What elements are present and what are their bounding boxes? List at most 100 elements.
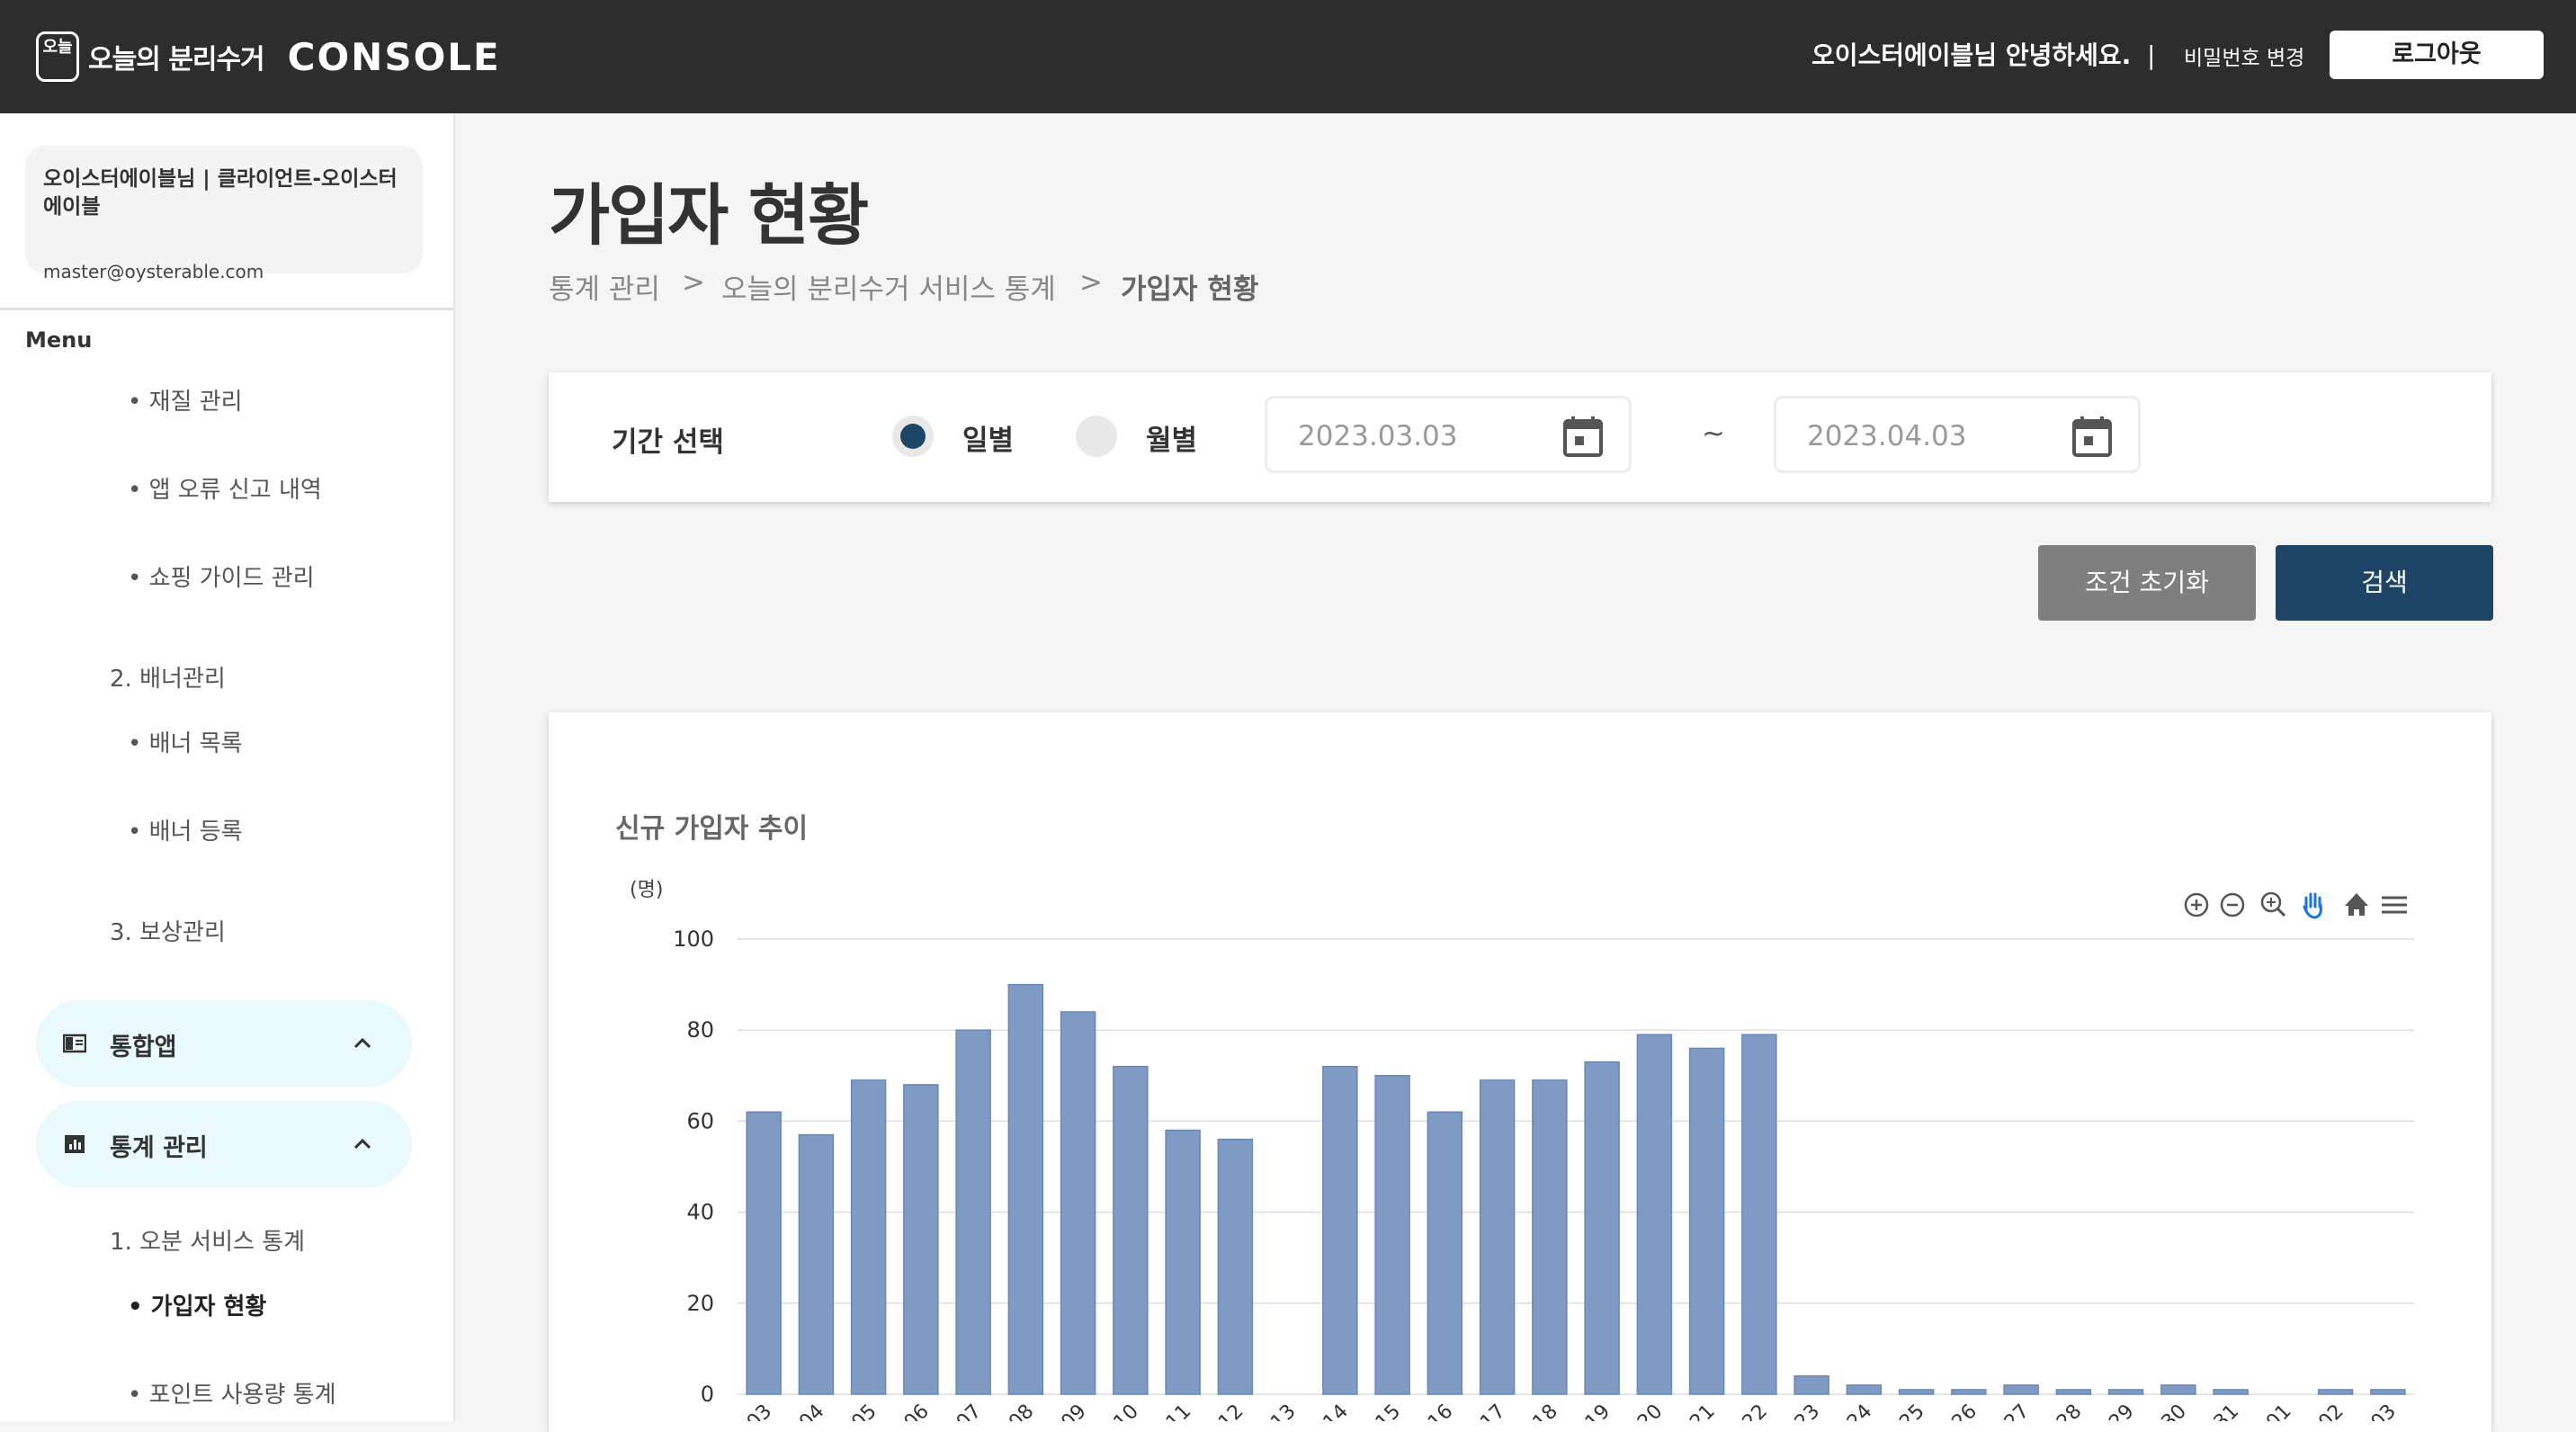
breadcrumb-current: 가입자 현황 <box>1121 273 1259 306</box>
x-tick-label: 05 <box>847 1401 881 1421</box>
magnifier-icon[interactable] <box>2260 891 2286 917</box>
sidebar-group-label: 통계 관리 <box>110 1134 208 1162</box>
y-tick-label: 100 <box>673 926 714 952</box>
y-tick-label: 40 <box>686 1200 714 1225</box>
change-password-link[interactable]: 비밀번호 변경 <box>2184 40 2304 71</box>
bar <box>1060 1011 1096 1395</box>
breadcrumb-separator: > <box>1079 266 1103 299</box>
y-axis-label: (명) <box>630 879 663 901</box>
bar <box>1584 1061 1620 1395</box>
reset-conditions-button[interactable]: 조건 초기화 <box>2038 545 2256 621</box>
x-tick-label: 08 <box>1005 1401 1038 1421</box>
logo-text: 오늘의 분리수거 <box>88 44 265 76</box>
x-tick-label: 07 <box>953 1401 986 1421</box>
x-tick-label: 06 <box>900 1401 934 1421</box>
y-tick-label: 80 <box>686 1017 714 1043</box>
calendar-icon[interactable] <box>1562 415 1604 458</box>
x-tick-label: 11 <box>1162 1401 1195 1421</box>
chart-icon <box>65 1135 85 1153</box>
bar <box>2213 1389 2249 1395</box>
y-tick-label: 0 <box>701 1382 714 1407</box>
sidebar-item-material[interactable]: • 재질 관리 <box>128 383 243 416</box>
sidebar-item-reward-management[interactable]: 3. 보상관리 <box>110 914 226 947</box>
bar <box>1532 1079 1568 1395</box>
x-tick-label: 09 <box>1057 1401 1090 1421</box>
calendar-icon[interactable] <box>2071 415 2113 458</box>
bar <box>2160 1384 2196 1395</box>
bar <box>1898 1389 1935 1395</box>
sidebar-group-statistics[interactable]: 통계 관리 <box>36 1101 412 1187</box>
monthly-label[interactable]: 월별 <box>1146 417 1197 458</box>
x-tick-label: 17 <box>1476 1401 1509 1421</box>
sidebar-group-label: 통합앱 <box>110 1034 177 1061</box>
bar <box>1741 1034 1777 1395</box>
bar <box>2055 1389 2092 1395</box>
bar <box>746 1111 782 1395</box>
daily-label[interactable]: 일별 <box>962 417 1014 458</box>
x-tick-label: 19 <box>1581 1401 1614 1421</box>
pan-hand-icon[interactable] <box>2303 892 2322 919</box>
bar <box>1007 983 1044 1395</box>
sidebar: 오이스터에이블님 | 클라이언트-오이스터에이블 master@oysterab… <box>0 113 455 1421</box>
bar <box>2370 1389 2406 1395</box>
top-bar: 오늘 오늘의 분리수거 CONSOLE 오이스터에이블님 안녕하세요. | 비밀… <box>0 0 2576 113</box>
x-tick-label: 23 <box>1791 1401 1824 1421</box>
x-tick-label: 13 <box>1266 1401 1300 1421</box>
menu-icon[interactable] <box>2382 896 2407 914</box>
bar <box>1793 1375 1829 1395</box>
sidebar-item-banner-management[interactable]: 2. 배너관리 <box>110 660 226 694</box>
bar <box>2317 1389 2354 1395</box>
x-tick-label: 15 <box>1372 1401 1405 1421</box>
end-date-value: 2023.04.03 <box>1807 420 1967 452</box>
x-tick-label: 02 <box>2314 1401 2348 1421</box>
x-tick-label: 03 <box>743 1401 776 1421</box>
bar-chart: (명)02040608010003 04 05 06 07 08 09 10 11 12 13 14 1… <box>630 879 2414 1421</box>
x-tick-label: 21 <box>1686 1401 1719 1421</box>
chart-card: 신규 가입자 추이 (명) 0 20 40 60 80 100 03 04 05 06 07 08 09 1… <box>549 712 2491 1432</box>
sidebar-item-shopping-guide[interactable]: • 쇼핑 가이드 관리 <box>128 559 315 593</box>
end-date-field[interactable]: 2023.04.03 <box>1774 396 2141 473</box>
x-tick-label: 27 <box>2000 1401 2034 1421</box>
sidebar-item-subscribers[interactable]: • 가입자 현황 <box>128 1288 266 1321</box>
x-tick-label: 16 <box>1424 1401 1457 1421</box>
bar <box>1113 1065 1149 1395</box>
x-tick-label: 20 <box>1633 1401 1667 1421</box>
start-date-value: 2023.03.03 <box>1298 420 1458 452</box>
bar <box>1427 1111 1463 1395</box>
sidebar-item-point-usage[interactable]: • 포인트 사용량 통계 <box>128 1376 336 1410</box>
x-tick-label: 28 <box>2053 1401 2086 1421</box>
zoom-in-icon[interactable] <box>2184 892 2209 917</box>
sidebar-item-service-stats[interactable]: 1. 오분 서비스 통계 <box>110 1223 305 1257</box>
x-tick-label: 04 <box>795 1401 828 1421</box>
breadcrumb-separator: > <box>682 266 705 299</box>
bar <box>955 1029 991 1395</box>
y-tick-label: 20 <box>686 1291 714 1316</box>
zoom-out-icon[interactable] <box>2220 892 2245 917</box>
breadcrumb-item[interactable]: 통계 관리 <box>549 266 660 307</box>
bar <box>1165 1129 1201 1395</box>
sidebar-item-app-error-reports[interactable]: • 앱 오류 신고 내역 <box>128 471 322 505</box>
sidebar-item-banner-list[interactable]: • 배너 목록 <box>128 725 243 758</box>
chevron-up-icon[interactable] <box>351 1033 374 1054</box>
start-date-field[interactable]: 2023.03.03 <box>1265 396 1632 473</box>
sidebar-item-banner-register[interactable]: • 배너 등록 <box>128 813 243 846</box>
home-icon[interactable] <box>2345 893 2368 916</box>
bar <box>798 1133 835 1395</box>
daily-radio[interactable] <box>892 416 934 457</box>
logo-mark-icon: 오늘 <box>36 31 79 82</box>
x-tick-label: 24 <box>1843 1401 1876 1421</box>
chevron-up-icon[interactable] <box>351 1133 374 1155</box>
search-button[interactable]: 검색 <box>2276 545 2493 621</box>
breadcrumb-item[interactable]: 오늘의 분리수거 서비스 통계 <box>721 266 1056 307</box>
y-tick-label: 60 <box>686 1108 714 1133</box>
bar <box>1636 1034 1673 1395</box>
sidebar-group-integrated-app[interactable]: 통합앱 <box>36 1000 412 1087</box>
bar <box>1374 1075 1410 1395</box>
monthly-radio[interactable] <box>1076 416 1117 457</box>
logo[interactable]: 오늘 오늘의 분리수거 CONSOLE <box>36 25 501 88</box>
x-tick-label: 29 <box>2105 1401 2138 1421</box>
bar <box>1322 1065 1358 1395</box>
user-name: 오이스터에이블님 | 클라이언트-오이스터에이블 <box>43 167 398 219</box>
logout-button[interactable]: 로그아웃 <box>2330 31 2544 79</box>
bar <box>1479 1079 1516 1395</box>
